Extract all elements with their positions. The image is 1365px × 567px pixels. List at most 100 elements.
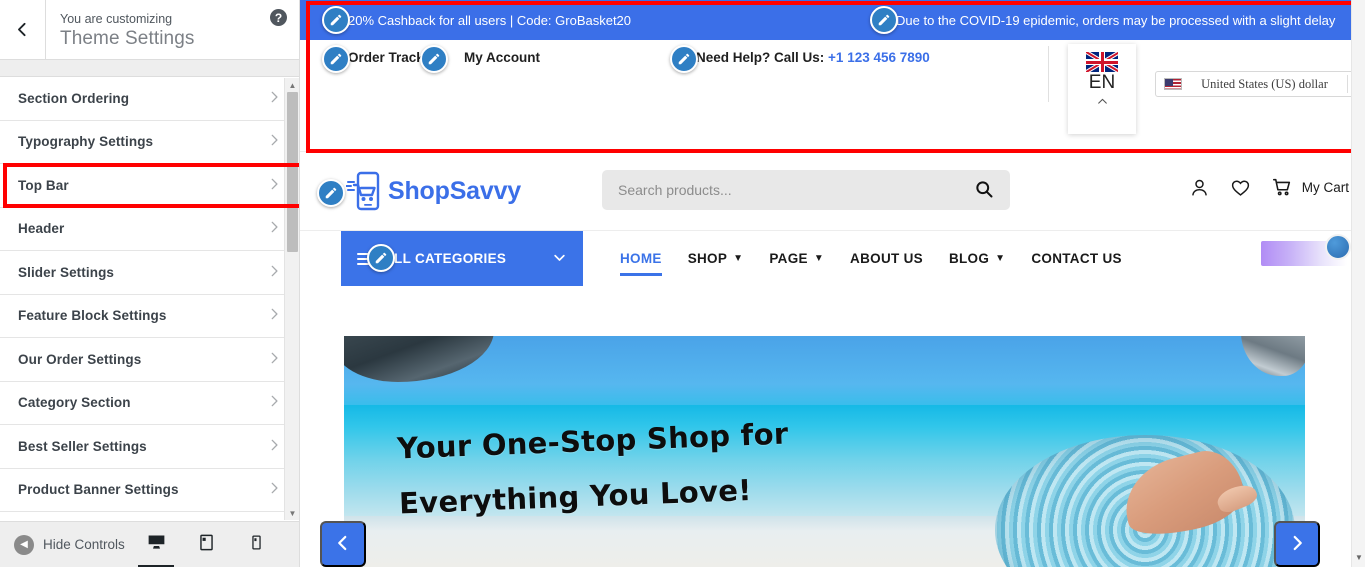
back-button[interactable]	[0, 0, 46, 59]
nav-item-blog[interactable]: BLOG ▼	[949, 231, 1005, 286]
scrollbar-thumb[interactable]	[287, 92, 298, 252]
chevron-right-icon	[267, 481, 281, 498]
sidebar-item-header[interactable]: Header	[0, 207, 299, 251]
nav-item-label: ABOUT US	[850, 251, 923, 266]
customizer-footer: ◀ Hide Controls	[0, 521, 299, 567]
site-preview: 20% Cashback for all users | Code: GroBa…	[300, 0, 1365, 567]
sidebar-item-label: Our Order Settings	[18, 351, 142, 367]
help-icon[interactable]: ?	[270, 9, 287, 26]
edit-order-tracking-icon[interactable]	[322, 45, 350, 73]
device-preview-switcher	[138, 530, 285, 567]
top-info-bar: Order Tracking My Account Need Help? Cal…	[300, 40, 1365, 152]
customizing-label: You are customizing	[60, 11, 173, 26]
need-help-block: Need Help? Call Us: +1 123 456 7890	[696, 50, 930, 65]
site-logo[interactable]: ShopSavvy	[345, 171, 521, 211]
shop-phone-cart-icon	[345, 171, 380, 211]
site-title: ShopSavvy	[388, 176, 521, 205]
scroll-down-icon[interactable]: ▼	[1352, 551, 1365, 563]
tablet-icon	[197, 533, 216, 557]
sidebar-item-our-order-settings[interactable]: Our Order Settings	[0, 338, 299, 382]
need-help-label: Need Help? Call Us:	[696, 50, 825, 65]
sidebar-scrollbar[interactable]: ▲ ▼	[284, 78, 299, 520]
chevron-right-icon	[267, 90, 281, 107]
edit-logo-icon[interactable]	[317, 179, 345, 207]
chevron-left-icon	[14, 21, 31, 38]
nav-item-label: HOME	[620, 251, 662, 266]
nav-item-shop[interactable]: SHOP ▼	[688, 231, 744, 286]
edit-all-categories-icon[interactable]	[367, 244, 395, 272]
edit-need-help-icon[interactable]	[670, 45, 698, 73]
my-account-link[interactable]: My Account	[464, 50, 540, 65]
chevron-down-icon: ▼	[813, 253, 825, 264]
nav-item-home[interactable]: HOME	[620, 231, 662, 286]
scroll-up-icon[interactable]: ▲	[285, 78, 300, 92]
wishlist-icon[interactable]	[1230, 177, 1251, 198]
preview-scrollbar[interactable]: ▼	[1351, 0, 1365, 567]
all-categories-button[interactable]: ALL CATEGORIES	[341, 231, 583, 286]
customizer-header: You are customizing Theme Settings ?	[0, 0, 299, 60]
sidebar-item-top-bar[interactable]: Top Bar	[0, 163, 299, 208]
nav-item-contact-us[interactable]: CONTACT US	[1031, 231, 1122, 286]
search-input[interactable]	[618, 182, 974, 198]
tablet-preview-button[interactable]	[193, 530, 219, 560]
sidebar-item-category-section[interactable]: Category Section	[0, 381, 299, 425]
sidebar-item-best-seller-settings[interactable]: Best Seller Settings	[0, 425, 299, 469]
edit-my-account-icon[interactable]	[420, 45, 448, 73]
search-icon	[974, 179, 994, 202]
nav-item-page[interactable]: PAGE ▼	[769, 231, 824, 286]
mobile-icon	[248, 533, 265, 557]
account-icon[interactable]	[1189, 177, 1210, 198]
chevron-right-icon	[267, 351, 281, 368]
cart-button[interactable]: My Cart	[1271, 176, 1349, 198]
uk-flag-icon	[1086, 52, 1118, 72]
chevron-right-icon	[267, 133, 281, 150]
chevron-down-icon	[552, 250, 567, 268]
slider-next-button[interactable]	[1274, 521, 1320, 567]
nav-item-label: BLOG	[948, 251, 990, 266]
sidebar-spacer	[0, 60, 299, 77]
mobile-preview-button[interactable]	[243, 530, 269, 560]
language-switcher[interactable]: EN	[1068, 44, 1136, 134]
desktop-preview-button[interactable]	[138, 530, 174, 567]
currency-select[interactable]: United States (US) dollar ▼	[1155, 71, 1365, 97]
chevron-right-icon	[267, 438, 281, 455]
chevron-down-icon: ▼	[995, 253, 1006, 264]
sidebar-item-label: Category Section	[18, 395, 131, 411]
edit-announce-left-icon[interactable]	[322, 6, 350, 34]
edit-announce-right-icon[interactable]	[870, 6, 898, 34]
search-button[interactable]	[974, 179, 994, 202]
sidebar-item-section-ordering[interactable]: Section Ordering	[0, 77, 299, 121]
hero-heading: Your One-Stop Shop for Everything You Lo…	[396, 407, 792, 532]
nav-item-about-us[interactable]: ABOUT US	[850, 231, 923, 286]
sidebar-item-feature-block-settings[interactable]: Feature Block Settings	[0, 294, 299, 338]
chevron-right-icon	[267, 177, 281, 194]
sidebar-item-label: Slider Settings	[18, 264, 115, 280]
nav-item-label: SHOP	[687, 251, 728, 266]
sidebar-item-typography-settings[interactable]: Typography Settings	[0, 120, 299, 164]
nav-decorative-circle	[1325, 234, 1351, 260]
slider-prev-button[interactable]	[320, 521, 366, 567]
sidebar-item-label: Typography Settings	[18, 134, 154, 150]
info-divider	[1048, 46, 1049, 102]
sidebar-item-label: Product Banner Settings	[18, 482, 179, 498]
all-categories-label: ALL CATEGORIES	[384, 251, 507, 266]
sidebar-item-product-banner-settings[interactable]: Product Banner Settings	[0, 468, 299, 512]
scroll-down-icon[interactable]: ▼	[285, 506, 300, 520]
chevron-down-icon: ▼	[733, 253, 744, 264]
hide-controls-button[interactable]: ◀ Hide Controls	[14, 534, 125, 555]
chevron-left-icon	[334, 534, 352, 555]
product-search[interactable]	[602, 170, 1010, 210]
customizer-sidebar: You are customizing Theme Settings ? Sec…	[0, 0, 300, 567]
customizer-screen: You are customizing Theme Settings ? Sec…	[0, 0, 1365, 567]
collapse-icon: ◀	[14, 534, 34, 555]
hide-controls-label: Hide Controls	[43, 537, 125, 552]
main-navigation-bar: ALL CATEGORIES HOME SHOP ▼ PAGE ▼ ABOUT …	[300, 230, 1365, 286]
language-code: EN	[1088, 72, 1116, 93]
currency-value: United States (US) dollar	[1201, 76, 1328, 91]
sidebar-item-slider-settings[interactable]: Slider Settings	[0, 251, 299, 295]
support-phone-link[interactable]: +1 123 456 7890	[828, 50, 930, 65]
chevron-right-icon	[267, 264, 281, 281]
customizer-section-list: Section Ordering Typography Settings Top…	[0, 77, 299, 521]
nav-item-label: CONTACT US	[1031, 251, 1122, 266]
primary-menu: HOME SHOP ▼ PAGE ▼ ABOUT US BLOG ▼ CONTA…	[620, 231, 1122, 286]
